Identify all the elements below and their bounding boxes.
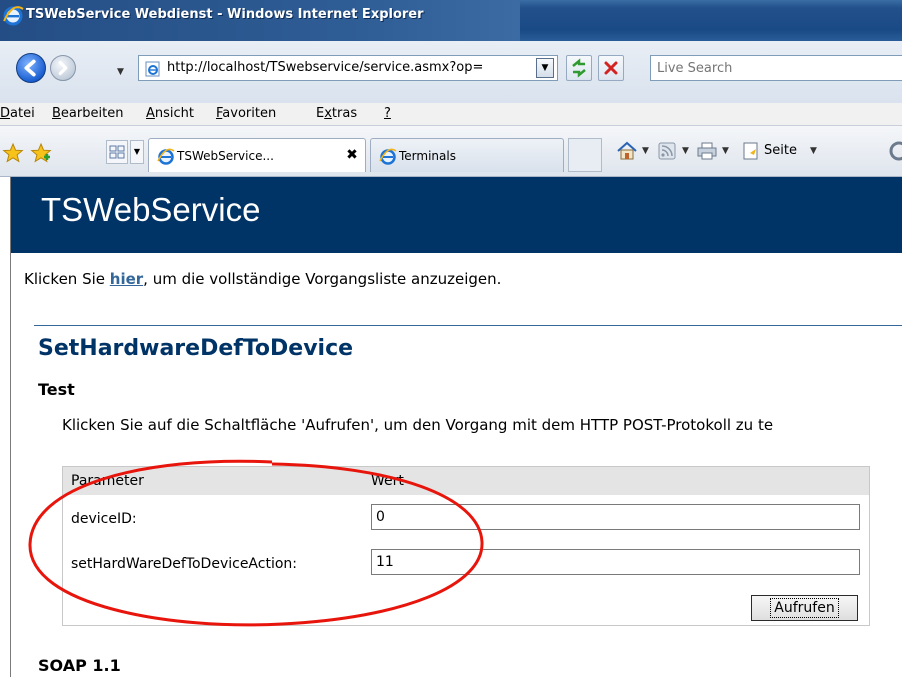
tab-list-dropdown[interactable]: ▼: [130, 140, 144, 164]
feeds-dropdown-icon[interactable]: ▼: [682, 146, 689, 156]
search-input[interactable]: [657, 56, 897, 80]
ie-logo-icon: [3, 6, 24, 26]
test-heading: Test: [38, 380, 75, 399]
test-description: Klicken Sie auf die Schaltfläche 'Aufruf…: [62, 416, 774, 434]
address-dropdown-button[interactable]: ▼: [536, 58, 554, 78]
stop-icon: [604, 61, 618, 75]
parameter-table-header: Parameter Wert: [63, 467, 869, 495]
forward-button[interactable]: [50, 55, 76, 81]
menu-item-favoriten[interactable]: Favoriten: [216, 103, 276, 125]
refresh-button[interactable]: [566, 55, 592, 81]
navigation-bar: ▼ http://localhost/TSwebservice/service.…: [0, 41, 902, 104]
new-tab-button[interactable]: [568, 138, 602, 172]
tools-gear-icon: [889, 141, 902, 161]
ie-tab-icon: [379, 148, 397, 165]
menu-bar: Datei Bearbeiten Ansicht Favoriten Extra…: [0, 103, 902, 126]
tab-bar: ▼ TSWebService... ✖ Terminals ▼ ▼ ▼ Seit…: [0, 126, 902, 177]
param-name-action: setHardWareDefToDeviceAction:: [71, 556, 297, 572]
tab-label: Terminals: [399, 149, 456, 163]
page-title: TSWebService: [41, 191, 261, 228]
column-header-parameter: Parameter: [71, 473, 144, 489]
home-dropdown-icon[interactable]: ▼: [642, 146, 649, 156]
quick-tabs-icon: [109, 145, 125, 159]
address-url[interactable]: http://localhost/TSwebservice/service.as…: [167, 56, 527, 80]
print-icon: [697, 142, 717, 160]
operation-title: SetHardwareDefToDevice: [38, 336, 354, 361]
deviceid-input[interactable]: [371, 504, 860, 530]
invoke-button-label: Aufrufen: [770, 598, 839, 618]
refresh-icon: [572, 58, 586, 78]
soap-heading: SOAP 1.1: [38, 656, 121, 675]
window-title-bar[interactable]: TSWebService Webdienst - Windows Interne…: [0, 0, 902, 41]
menu-item-datei[interactable]: Datei: [0, 103, 35, 125]
param-name-deviceid: deviceID:: [71, 511, 137, 527]
page-header: TSWebService: [11, 177, 902, 253]
favorites-star-icon[interactable]: [2, 142, 24, 164]
stop-button[interactable]: [598, 55, 624, 81]
tab-tswebservice[interactable]: TSWebService... ✖: [148, 138, 366, 172]
window-title: TSWebService Webdienst - Windows Interne…: [26, 7, 424, 22]
recent-pages-dropdown[interactable]: ▼: [117, 67, 124, 77]
page-menu-icon: [743, 142, 758, 160]
action-input[interactable]: [371, 549, 860, 575]
feeds-icon: [658, 142, 676, 160]
ie-tab-icon: [157, 148, 175, 165]
intro-text: Klicken Sie hier, um die vollständige Vo…: [24, 270, 502, 288]
column-header-value: Wert: [371, 473, 404, 489]
close-tab-icon[interactable]: ✖: [345, 148, 359, 162]
full-operation-list-link[interactable]: hier: [110, 270, 143, 288]
add-favorites-icon[interactable]: [30, 142, 52, 164]
page-dropdown-icon[interactable]: ▼: [810, 146, 817, 156]
back-button[interactable]: [16, 53, 46, 83]
tab-terminals[interactable]: Terminals: [370, 138, 564, 172]
print-dropdown-icon[interactable]: ▼: [722, 146, 729, 156]
tab-label: TSWebService...: [177, 149, 274, 163]
menu-item-extras[interactable]: Extras: [316, 103, 357, 125]
menu-item-ansicht[interactable]: Ansicht: [146, 103, 194, 125]
invoke-button[interactable]: Aufrufen: [751, 595, 858, 621]
forward-icon: [58, 60, 68, 76]
parameter-table: Parameter Wert deviceID: setHardWareDefT…: [62, 466, 870, 626]
search-box[interactable]: [650, 55, 902, 81]
menu-item-bearbeiten[interactable]: Bearbeiten: [52, 103, 123, 125]
quick-tabs-button[interactable]: [106, 140, 128, 164]
back-icon: [24, 59, 36, 77]
menu-item-help[interactable]: ?: [384, 103, 391, 125]
address-bar[interactable]: http://localhost/TSwebservice/service.as…: [138, 55, 558, 81]
operation-divider: [34, 325, 902, 326]
page-icon: [145, 61, 160, 77]
tools-button-partial[interactable]: [888, 140, 902, 164]
home-icon: [617, 141, 637, 160]
page-menu-label: Seite: [764, 143, 797, 158]
